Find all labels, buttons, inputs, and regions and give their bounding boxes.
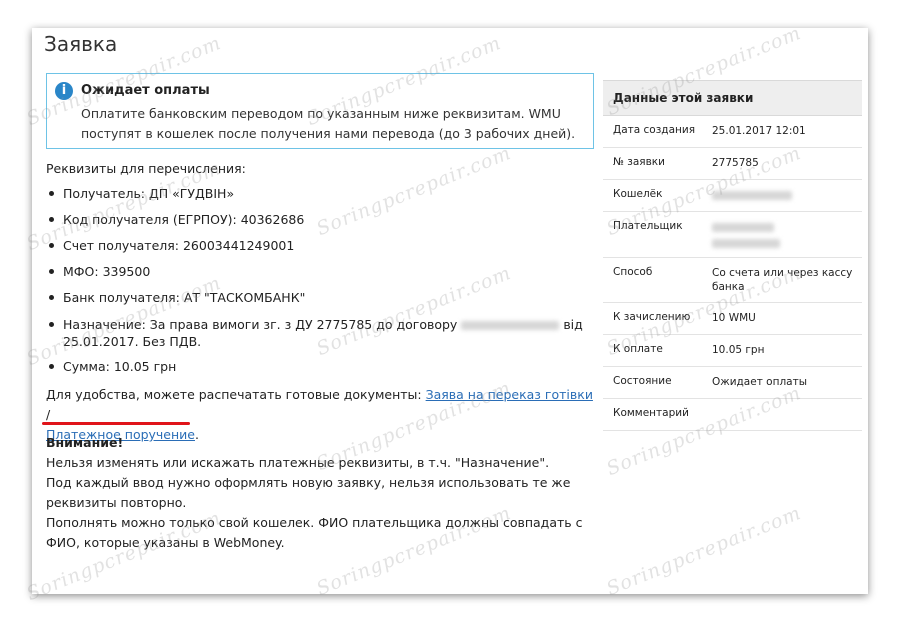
bullet-icon — [49, 217, 54, 222]
row-value: 25.01.2017 12:01 — [712, 125, 806, 137]
warning-line: Пополнять можно только свой кошелек. ФИО… — [46, 515, 583, 550]
row-label: Способ — [613, 266, 653, 278]
bullet-icon — [49, 364, 54, 369]
request-details-panel: Данные этой заявки Дата создания 25.01.2… — [603, 80, 862, 431]
purpose-text-date: 25.01.2017. Без ПДВ. — [63, 334, 202, 349]
row-value: Ожидает оплаты — [712, 376, 807, 388]
redacted-payer-name — [712, 238, 780, 248]
notice-text: Оплатите банковским переводом по указанн… — [81, 106, 576, 141]
details-heading: Реквизиты для перечисления: — [46, 161, 246, 176]
row-value — [712, 188, 857, 202]
details-row: Кошелёк — [603, 180, 862, 212]
row-label: Плательщик — [613, 220, 683, 232]
bullet-icon — [49, 322, 54, 327]
row-label: Комментарий — [613, 407, 689, 419]
purpose-text-from: від — [563, 317, 583, 332]
row-label: Кошелёк — [613, 188, 663, 200]
bullet-icon — [49, 191, 54, 196]
details-row: Состояние Ожидает оплаты — [603, 367, 862, 399]
list-item-text: Назначение: За права вимоги зг. з ДУ 277… — [63, 316, 583, 333]
row-value: Со счета или через кассу банка — [712, 267, 853, 293]
row-value: 10.05 грн — [712, 344, 765, 356]
print-prefix: Для удобства, можете распечатать готовые… — [46, 387, 422, 402]
list-item-text: Получатель: ДП «ГУДВІН» — [63, 186, 235, 201]
panel-title: Данные этой заявки — [603, 80, 862, 116]
bullet-icon — [49, 295, 54, 300]
redacted-contract-number — [461, 321, 560, 330]
row-label: № заявки — [613, 156, 665, 168]
row-label: Состояние — [613, 375, 672, 387]
redacted-wallet — [712, 190, 792, 200]
info-icon: i — [55, 82, 73, 100]
list-item-text: Счет получателя: 26003441249001 — [63, 238, 295, 253]
row-value — [712, 220, 857, 248]
details-row: Дата создания 25.01.2017 12:01 — [603, 116, 862, 148]
row-value: 10 WMU — [712, 312, 756, 324]
row-label: К зачислению — [613, 311, 691, 323]
payment-status-notice: i Ожидает оплаты Оплатите банковским пер… — [46, 73, 594, 149]
notice-title: Ожидает оплаты — [81, 83, 210, 98]
link-separator: / — [46, 407, 51, 422]
page-title: Заявка — [44, 32, 118, 56]
list-item-text: МФО: 339500 — [63, 264, 151, 279]
warning-block: Внимание! Нельзя изменять или искажать п… — [46, 433, 606, 553]
details-row: Плательщик — [603, 212, 862, 258]
details-row: К оплате 10.05 грн — [603, 335, 862, 367]
list-item-text: Банк получателя: АТ "ТАСКОМБАНК" — [63, 290, 306, 305]
redacted-payer-name — [712, 222, 774, 232]
row-label: К оплате — [613, 343, 663, 355]
details-row: К зачислению 10 WMU — [603, 303, 862, 335]
list-item-text: Код получателя (ЕГРПОУ): 40362686 — [63, 212, 305, 227]
bullet-icon — [49, 269, 54, 274]
details-row: Комментарий — [603, 399, 862, 431]
row-value: 2775785 — [712, 157, 759, 169]
list-item-text: Сумма: 10.05 грн — [63, 359, 177, 374]
warning-line: Нельзя изменять или искажать платежные р… — [46, 455, 550, 470]
warning-title: Внимание! — [46, 435, 124, 450]
purpose-text: Назначение: За права вимоги зг. з ДУ 277… — [63, 317, 458, 332]
warning-line: Под каждый ввод нужно оформлять новую за… — [46, 475, 571, 510]
bullet-icon — [49, 243, 54, 248]
details-row: Способ Со счета или через кассу банка — [603, 258, 862, 303]
annotation-underline — [42, 422, 190, 425]
details-row: № заявки 2775785 — [603, 148, 862, 180]
transfer-application-link[interactable]: Заява на переказ готівки — [426, 387, 593, 402]
row-label: Дата создания — [613, 124, 696, 136]
